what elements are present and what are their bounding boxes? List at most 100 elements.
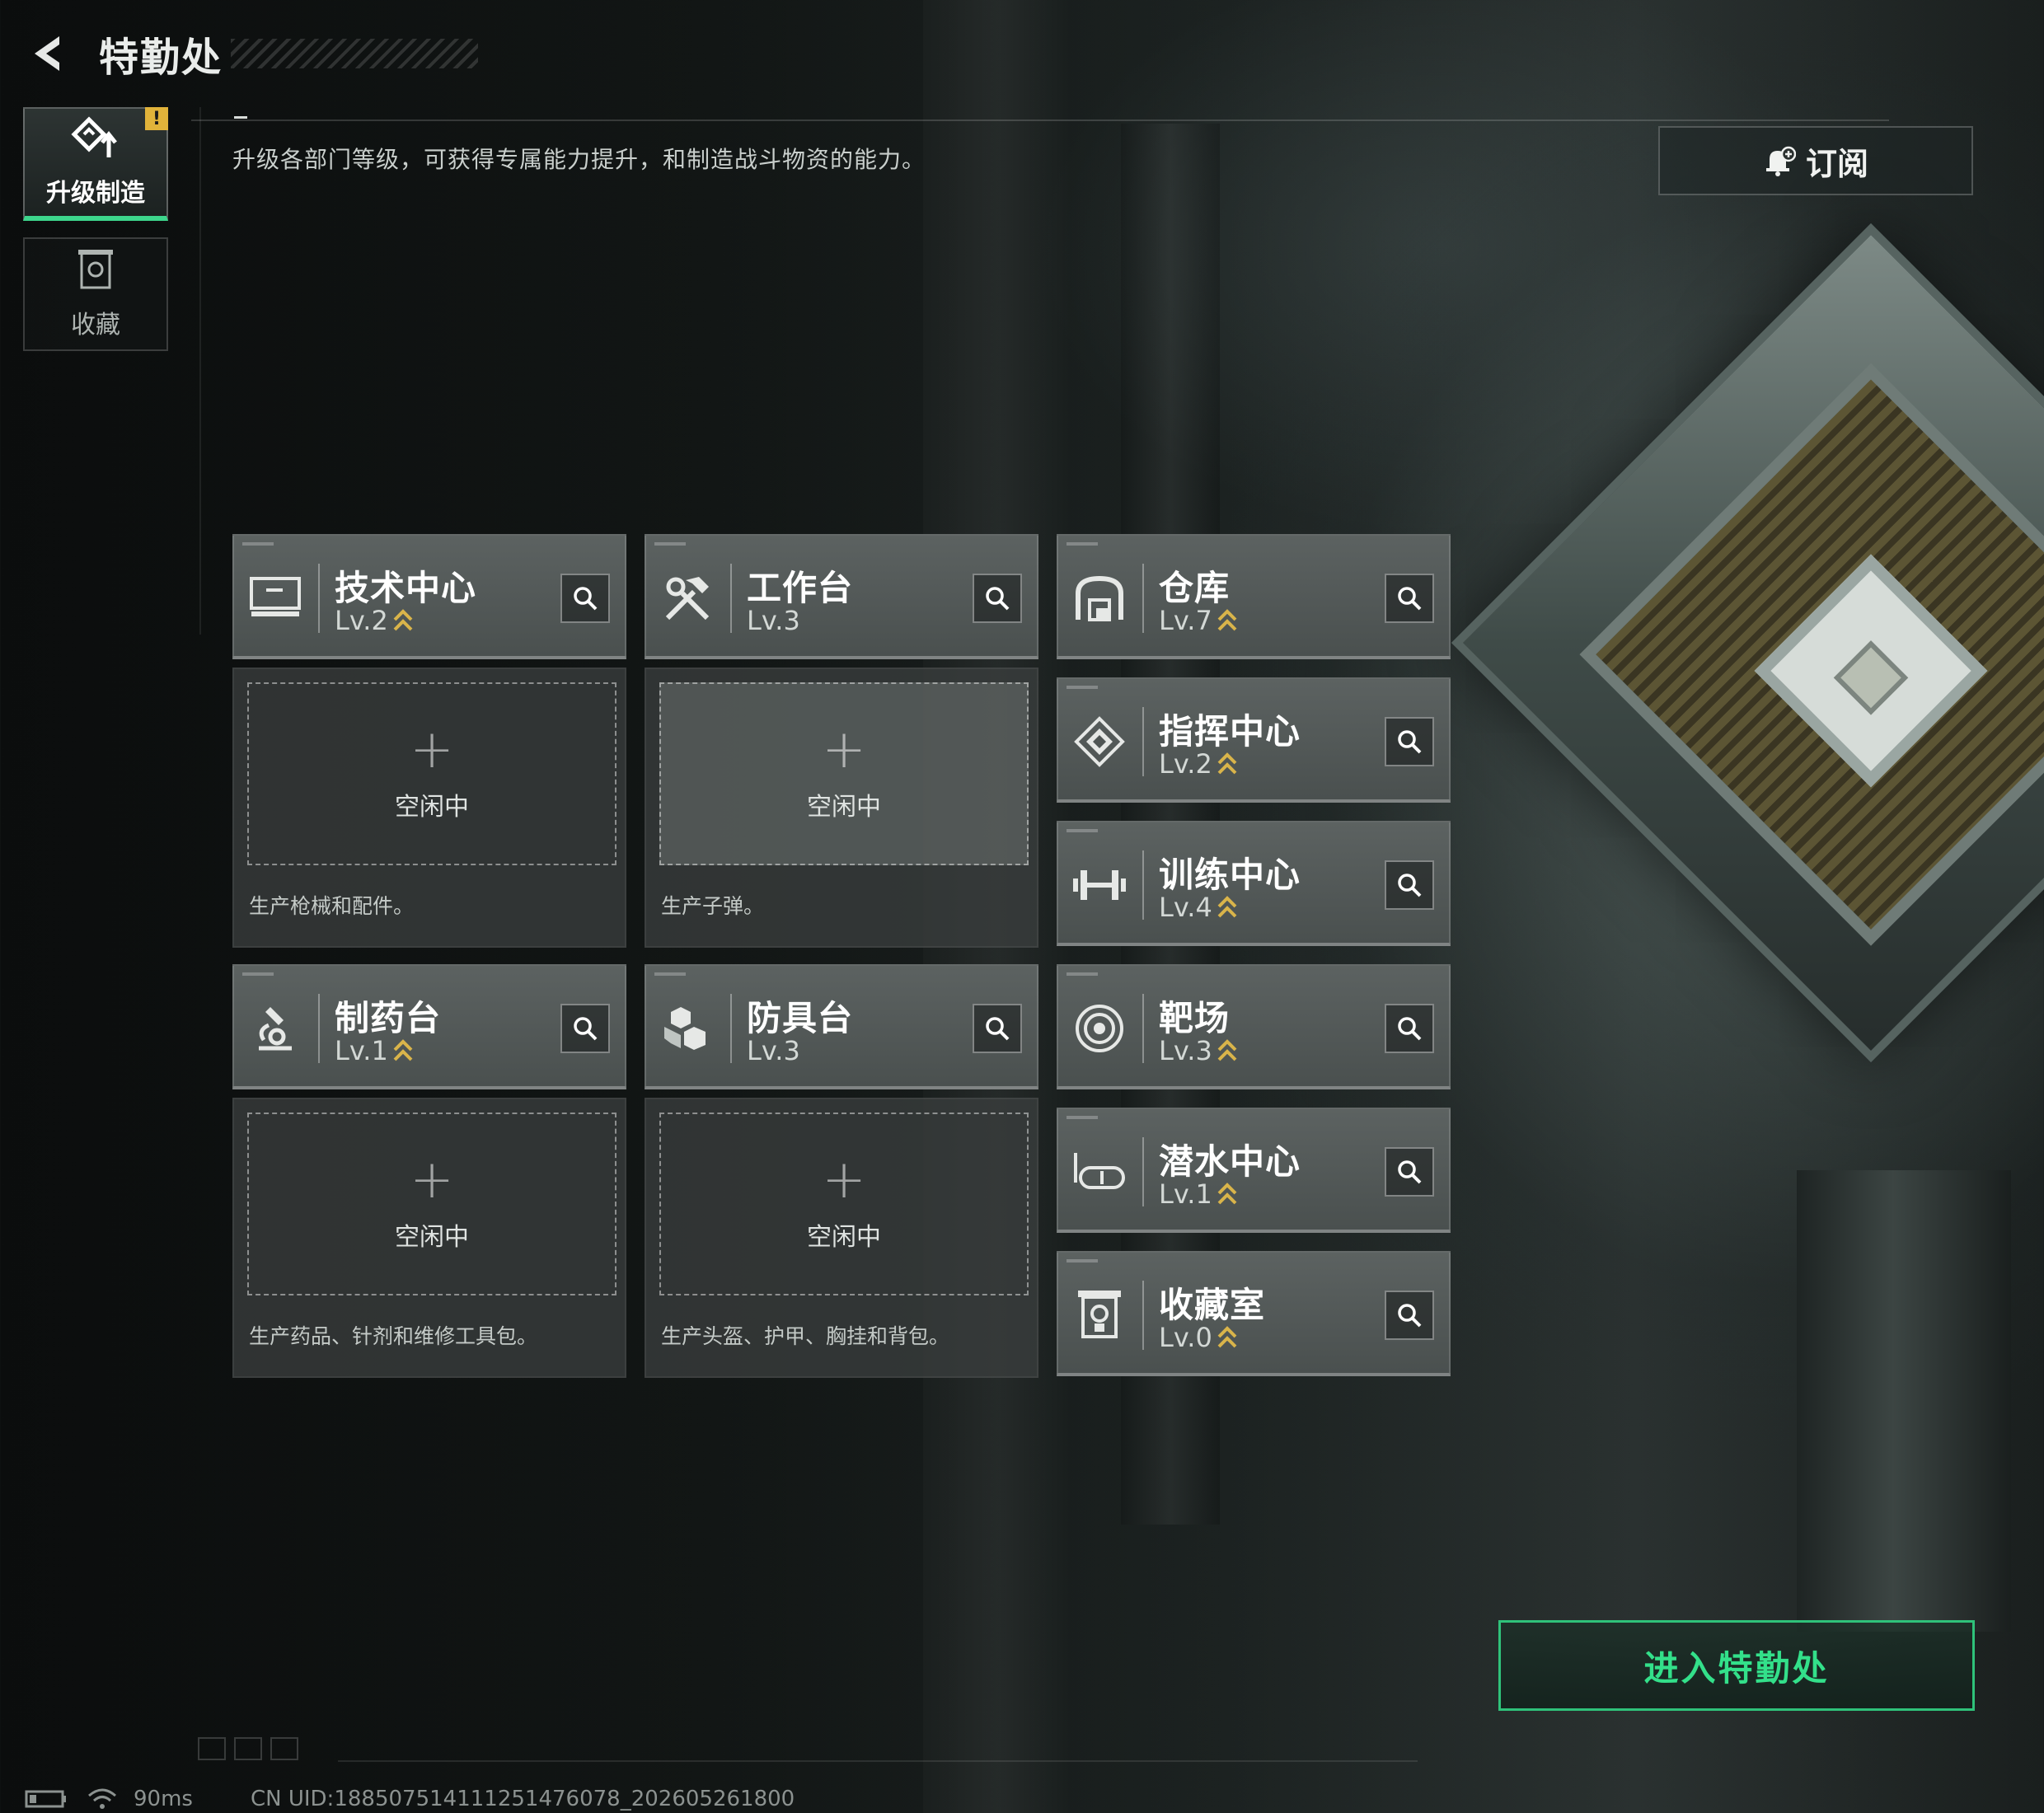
level-text: Lv.4 (1159, 892, 1212, 923)
dept-name: 防具台 (747, 998, 854, 1038)
dept-level: Lv.3 (1159, 1035, 1237, 1066)
dept-level: Lv.1 (1159, 1178, 1237, 1210)
dept-level: Lv.3 (747, 1035, 800, 1066)
search-icon (1398, 1160, 1422, 1184)
dept-card-warehouse[interactable]: 仓库 Lv.7 (1057, 534, 1451, 659)
production-slot[interactable]: + 空闲中 (247, 1113, 616, 1295)
search-icon (1398, 730, 1422, 754)
production-panel-workbench: + 空闲中 生产子弹。 (645, 668, 1038, 948)
wifi-icon (88, 1788, 116, 1809)
production-slot[interactable]: + 空闲中 (659, 682, 1029, 865)
divider (730, 564, 732, 633)
divider (199, 107, 201, 635)
nav-item-collection[interactable]: 收藏 (23, 237, 168, 351)
level-text: Lv.0 (1159, 1322, 1212, 1353)
nav-item-upgrade-craft[interactable]: ! 升级制造 (23, 107, 168, 221)
dept-name: 技术中心 (335, 568, 477, 608)
armor-blocks-icon (658, 999, 717, 1058)
warehouse-icon (1070, 569, 1129, 628)
plus-icon: + (410, 719, 454, 780)
divider (1142, 1281, 1144, 1350)
monitor-icon (246, 569, 305, 628)
display-case-icon (1070, 1286, 1129, 1345)
search-icon (986, 587, 1010, 611)
nav-label: 升级制造 (46, 179, 145, 208)
search-button[interactable] (1385, 1291, 1434, 1340)
production-panel-tech-center: + 空闲中 生产枪械和配件。 (232, 668, 626, 948)
level-text: Lv.3 (747, 1035, 800, 1066)
production-slot[interactable]: + 空闲中 (659, 1113, 1029, 1295)
status-bar: 90ms CN UID:18850751411125147607​8_20260… (25, 1787, 795, 1811)
dept-name: 工作台 (747, 568, 854, 608)
search-button[interactable] (1385, 860, 1434, 910)
header: 特勤处 (20, 25, 479, 82)
enter-special-ops-button[interactable]: 进入特勤处 (1498, 1620, 1975, 1711)
back-button[interactable] (20, 25, 77, 82)
slot-status: 空闲中 (807, 793, 881, 822)
plus-icon: + (410, 1150, 454, 1211)
dept-name: 训练中心 (1159, 855, 1301, 895)
divider (338, 1760, 1418, 1762)
level-text: Lv.3 (1159, 1035, 1212, 1066)
level-text: Lv.1 (335, 1035, 388, 1066)
collection-icon (78, 250, 113, 289)
search-icon (1398, 1304, 1422, 1328)
level-text: Lv.1 (1159, 1178, 1212, 1210)
dept-card-command-center[interactable]: 指挥中心 Lv.2 (1057, 677, 1451, 803)
battery-icon (25, 1790, 66, 1808)
dept-name: 收藏室 (1159, 1285, 1266, 1325)
dept-card-pharmacy[interactable]: 制药台 Lv.1 (232, 964, 626, 1089)
divider (1142, 707, 1144, 776)
search-icon (574, 587, 598, 611)
dept-name: 制药台 (335, 998, 442, 1038)
side-nav: ! 升级制造 收藏 (23, 107, 170, 368)
dept-name: 指挥中心 (1159, 711, 1301, 752)
search-button[interactable] (973, 1004, 1022, 1053)
search-button[interactable] (1385, 574, 1434, 623)
search-button[interactable] (560, 574, 610, 623)
command-diamond-icon (1070, 712, 1129, 771)
cube-pedestal (1797, 1170, 2011, 1632)
back-arrow-icon (35, 36, 59, 71)
dept-card-diving-center[interactable]: 潜水中心 Lv.1 (1057, 1108, 1451, 1233)
upgrade-arrow-icon (393, 1037, 413, 1065)
level-text: Lv.3 (747, 605, 800, 636)
subscribe-button[interactable]: 订阅 (1658, 126, 1973, 195)
level-text: Lv.7 (1159, 605, 1212, 636)
dept-card-armor-bench[interactable]: 防具台 Lv.3 (645, 964, 1038, 1089)
divider (1142, 1137, 1144, 1206)
dept-card-collection-room[interactable]: 收藏室 Lv.0 (1057, 1251, 1451, 1376)
search-button[interactable] (560, 1004, 610, 1053)
dept-card-training-center[interactable]: 训练中心 Lv.4 (1057, 821, 1451, 946)
divider (318, 564, 320, 633)
production-slot[interactable]: + 空闲中 (247, 682, 616, 865)
slot-status: 空闲中 (807, 1223, 881, 1252)
divider (730, 994, 732, 1063)
enter-button-label: 进入特勤处 (1643, 1647, 1830, 1689)
warning-badge: ! (145, 107, 168, 130)
dept-level: Lv.1 (335, 1035, 413, 1066)
dept-card-workbench[interactable]: 工作台 Lv.3 (645, 534, 1038, 659)
plus-icon: + (822, 1150, 866, 1211)
title-decoration (231, 39, 479, 68)
hammer-wrench-icon (658, 569, 717, 628)
bell-plus-icon (1765, 146, 1796, 176)
ping-text: 90ms (134, 1787, 193, 1811)
subscribe-label: 订阅 (1805, 145, 1868, 182)
production-description: 生产枪械和配件。 (249, 894, 415, 918)
slot-status: 空闲中 (395, 1223, 469, 1252)
search-button[interactable] (1385, 1004, 1434, 1053)
dept-level: Lv.3 (747, 605, 800, 636)
dept-name: 仓库 (1159, 568, 1231, 608)
dept-card-shooting-range[interactable]: 靶场 Lv.3 (1057, 964, 1451, 1089)
slot-status: 空闲中 (395, 793, 469, 822)
dumbbell-icon (1070, 855, 1129, 915)
dept-name: 靶场 (1159, 998, 1231, 1038)
dept-name: 潜水中心 (1159, 1141, 1301, 1182)
diving-mask-icon (1070, 1142, 1129, 1202)
production-description: 生产子弹。 (661, 894, 765, 918)
search-button[interactable] (1385, 1147, 1434, 1197)
search-button[interactable] (973, 574, 1022, 623)
dept-card-tech-center[interactable]: 技术中心 Lv.2 (232, 534, 626, 659)
search-button[interactable] (1385, 717, 1434, 766)
